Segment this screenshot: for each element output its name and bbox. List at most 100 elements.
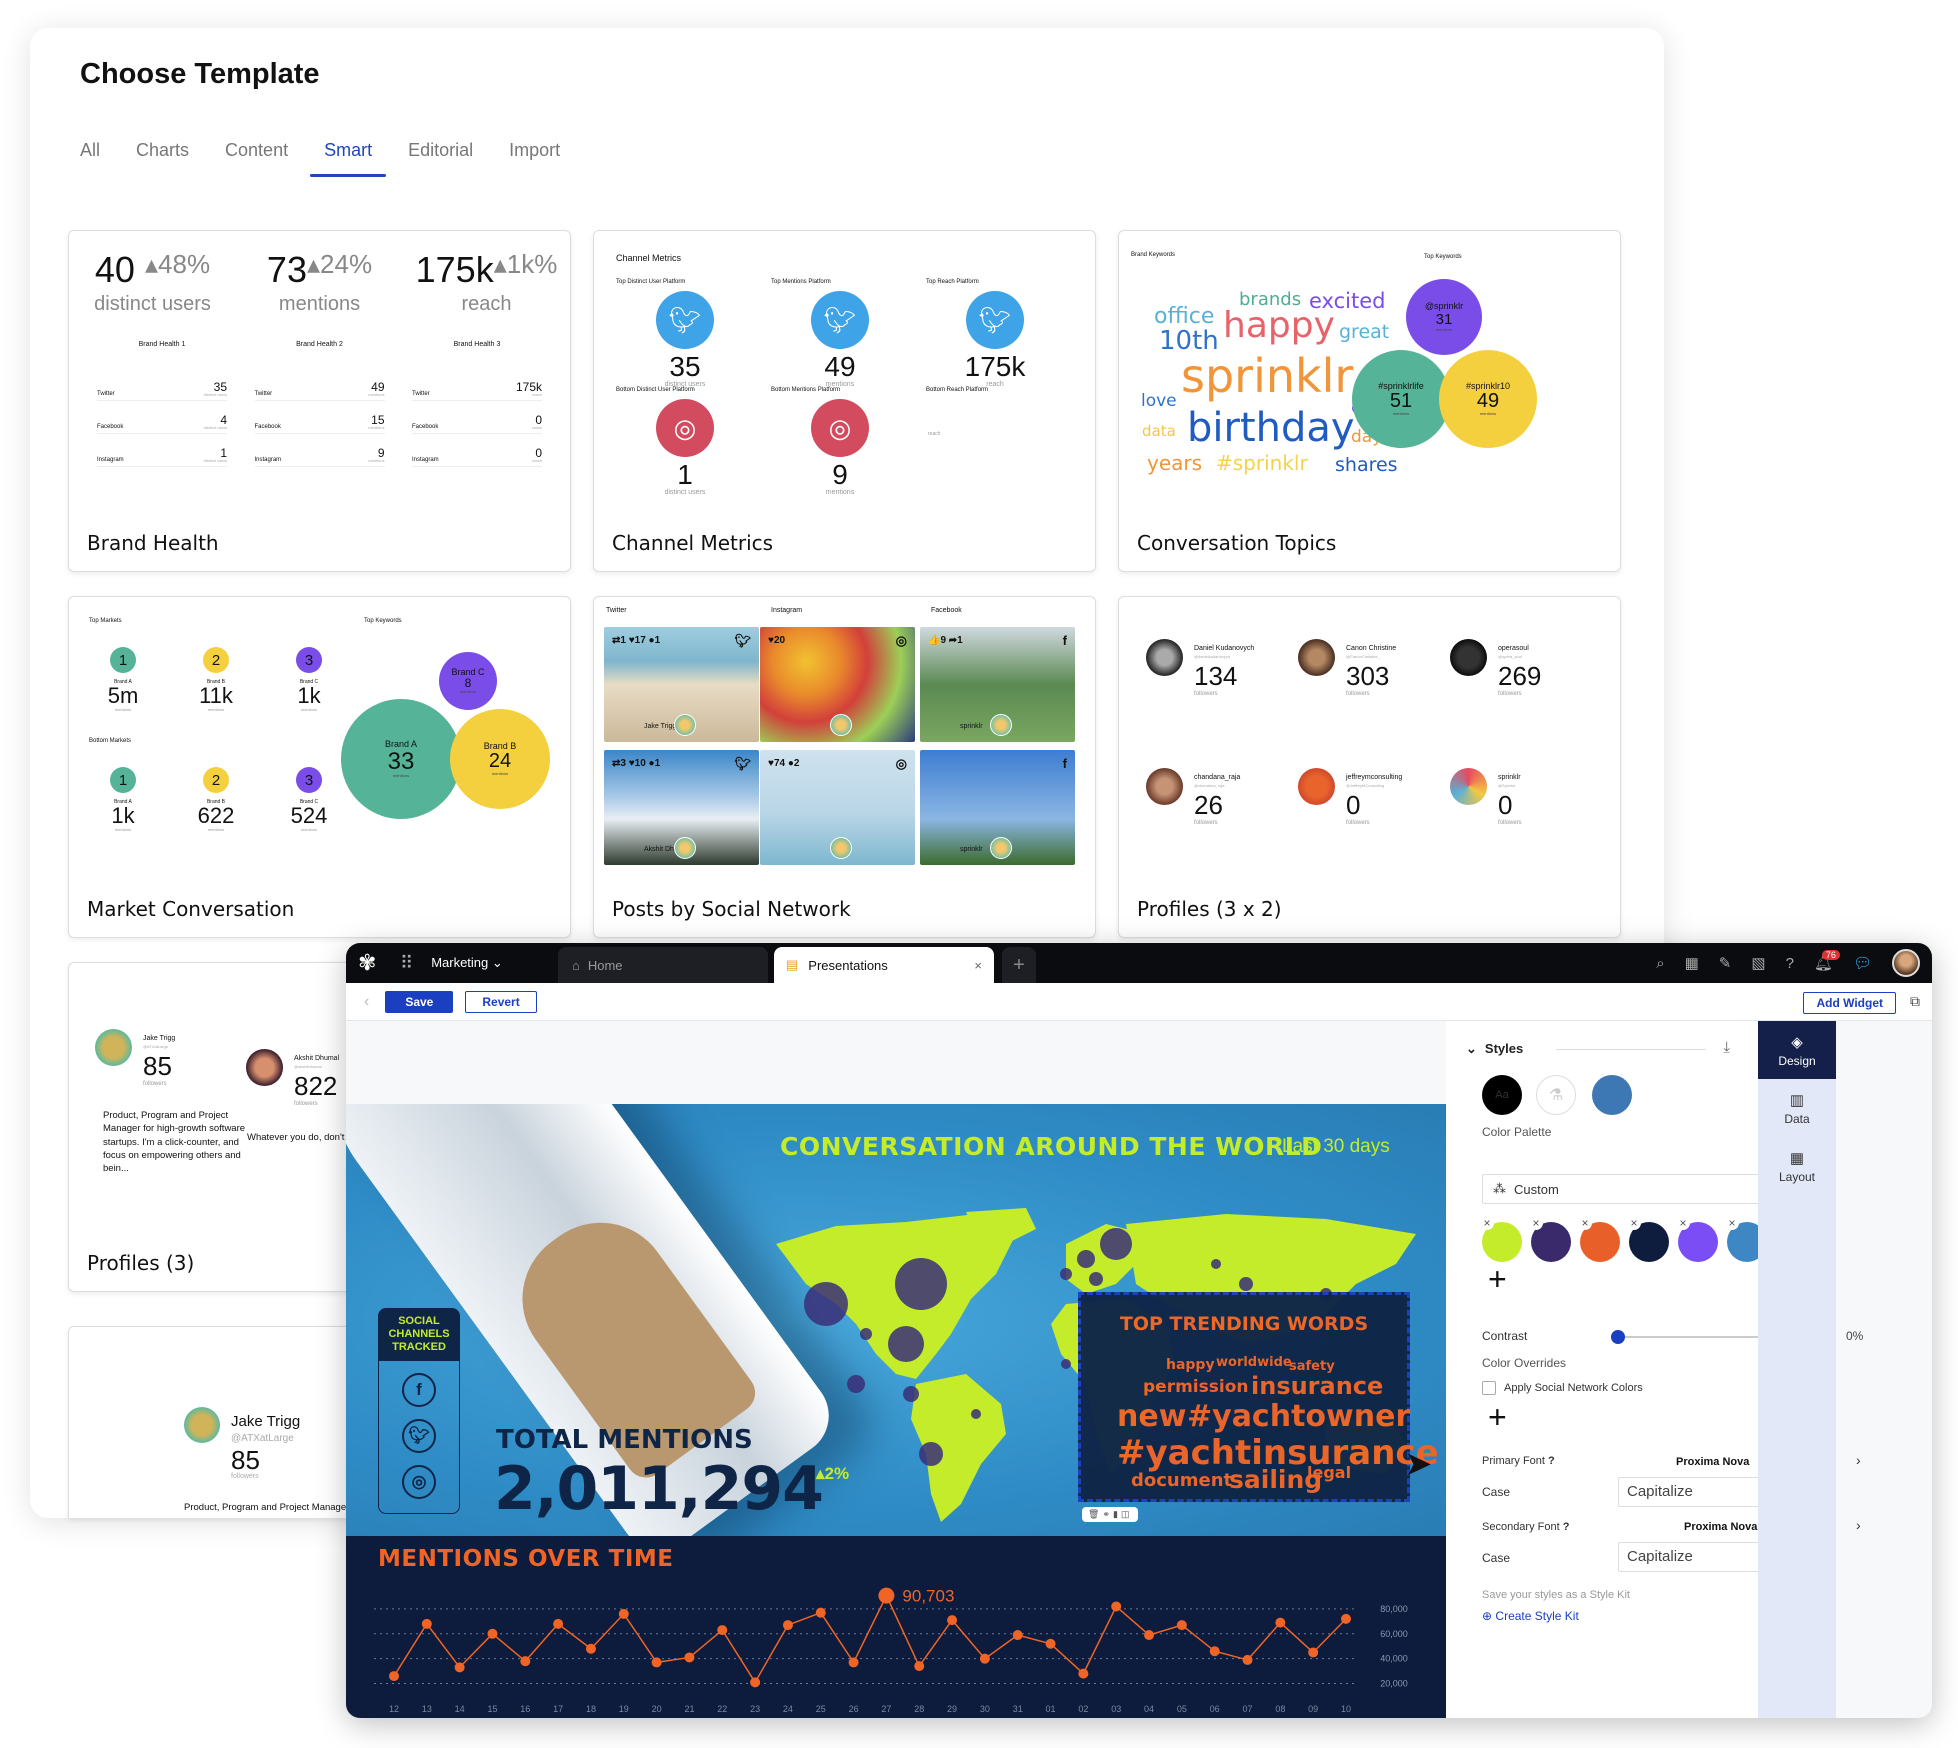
profile-followers-label: followers <box>1346 691 1370 697</box>
calendar-icon[interactable]: ▦ <box>1685 954 1699 972</box>
slide-canvas[interactable]: CONVERSATION AROUND THE WORLD Last 30 da… <box>346 1104 1446 1718</box>
layer-icon[interactable]: ◫ <box>1121 1509 1133 1519</box>
row-value: 49 mentions <box>368 381 384 397</box>
template-card-posts-by-network[interactable]: Twitter Instagram Facebook ⇄1 ♥17 ●1 🐦︎ Ja… <box>593 596 1096 938</box>
tab-presentations[interactable]: ▤ Presentations × <box>774 947 994 983</box>
mentions-chart-widget[interactable]: MENTIONS OVER TIME 20,000 40,000 60,000 80,… <box>346 1536 1446 1718</box>
x-tick-label: 06 <box>1210 1704 1220 1714</box>
save-button[interactable]: Save <box>385 990 454 1013</box>
clipboard-icon[interactable]: ▧ <box>1751 954 1765 972</box>
market-value: 5m <box>107 683 139 708</box>
template-card-channel-metrics[interactable]: Channel Metrics Top Distinct User Platfo… <box>593 230 1096 572</box>
template-card-profile-single[interactable]: Jake Trigg @ATXatLarge 85 followers Prod… <box>68 1326 368 1518</box>
font-style-swatch[interactable]: Aa <box>1482 1075 1522 1115</box>
template-card-conversation-topics[interactable]: Brand Keywords Top Keywords brands excite… <box>1118 230 1621 572</box>
add-override-button[interactable]: + <box>1488 1399 1507 1436</box>
help-icon[interactable]: ? <box>1786 955 1794 972</box>
post-author: sprinklr <box>960 846 983 853</box>
delete-icon[interactable]: 🗑︎ <box>1088 1509 1102 1519</box>
y-tick-label: 80,000 <box>1380 1604 1408 1614</box>
remove-color-icon[interactable]: × <box>1480 1216 1494 1230</box>
contrast-slider-knob[interactable] <box>1611 1330 1625 1344</box>
expand-icon[interactable]: ⧉ <box>1910 993 1920 1010</box>
apply-social-colors-checkbox[interactable] <box>1482 1381 1496 1395</box>
profile-followers-label: followers <box>231 1473 259 1480</box>
value: 175k <box>964 351 1026 382</box>
template-card-brand-health[interactable]: 40 ▴48% distinct users 73▴24% mentions 1… <box>68 230 571 572</box>
tab-home[interactable]: ⌂ Home <box>558 947 768 983</box>
x-tick-label: 22 <box>717 1704 727 1714</box>
palette-swatch[interactable]: × <box>1627 1216 1669 1262</box>
tab-smart[interactable]: Smart <box>306 140 390 177</box>
template-card-profiles-3[interactable]: Jake Trigg @ATXatLarge 85 followers Prod… <box>68 962 368 1292</box>
market-value: 1k <box>111 803 135 828</box>
trending-words-widget[interactable]: TOP TRENDING WORDS happy worldwide safety p… <box>1078 1292 1439 1502</box>
tab-import[interactable]: Import <box>491 140 578 177</box>
post-tile[interactable]: ♥74 ●2 ◎ <box>760 750 915 865</box>
remove-color-icon[interactable]: × <box>1676 1216 1690 1230</box>
background-style-swatch[interactable] <box>1592 1075 1632 1115</box>
template-card-market-conversation[interactable]: Top Markets Bottom Markets Top Keywords … <box>68 596 571 938</box>
map-dot <box>1211 1259 1221 1269</box>
back-icon[interactable]: ‹ <box>364 993 369 1011</box>
secondary-font-value[interactable]: Proxima Nova <box>1684 1521 1757 1533</box>
new-tab-button[interactable]: + <box>1002 947 1036 983</box>
rail-data[interactable]: ▥ Data <box>1758 1079 1836 1137</box>
platform-value: 49 mentions <box>790 353 890 389</box>
post-tile[interactable]: ♥20 ◎ <box>760 627 915 742</box>
palette-swatch[interactable]: × <box>1676 1216 1718 1262</box>
data-point <box>914 1661 925 1672</box>
chevron-right-icon[interactable]: › <box>1856 1452 1861 1468</box>
palette-swatch[interactable]: × <box>1529 1216 1571 1262</box>
x-tick-label: 26 <box>849 1704 859 1714</box>
post-tile[interactable]: 👍9 ➦1 f sprinklr <box>920 627 1075 742</box>
copy-icon[interactable]: ▮ <box>1113 1509 1121 1519</box>
unit: reach <box>928 431 941 437</box>
contrast-slider[interactable] <box>1611 1330 1768 1344</box>
tab-all[interactable]: All <box>80 140 118 177</box>
revert-button[interactable]: Revert <box>465 990 537 1013</box>
bell-icon[interactable]: 🔔︎ 76 <box>1814 950 1840 972</box>
link-icon[interactable]: ⚭ <box>1102 1509 1113 1519</box>
chat-icon[interactable]: 💬︎ <box>1853 954 1872 972</box>
download-icon[interactable]: ⤓ <box>1723 1039 1730 1056</box>
styles-section-header[interactable]: ⌄ Styles <box>1466 1041 1523 1057</box>
data-point <box>389 1671 399 1682</box>
create-style-kit-link[interactable]: ⊕ Create Style Kit <box>1482 1609 1579 1623</box>
add-color-button[interactable]: + <box>1488 1261 1507 1298</box>
sprinklr-logo-icon[interactable]: ✾ <box>358 950 388 976</box>
close-tab-icon[interactable]: × <box>974 958 982 973</box>
post-tile[interactable]: ⇄3 ♥10 ●1 🐦︎ Akshit Dhumal <box>604 750 759 865</box>
template-card-profiles-3x2[interactable]: Daniel Kudanovych @danielkudanovych 134 fol… <box>1118 596 1621 938</box>
post-tile[interactable]: f sprinklr <box>920 750 1075 865</box>
remove-color-icon[interactable]: × <box>1627 1216 1641 1230</box>
post-tile[interactable]: ⇄1 ♥17 ●1 🐦︎ Jake Trigg <box>604 627 759 742</box>
user-avatar[interactable] <box>1892 949 1920 977</box>
search-icon[interactable]: ⌕ <box>1656 955 1664 972</box>
remove-color-icon[interactable]: × <box>1725 1216 1739 1230</box>
twitter-icon: 🐦︎ <box>811 291 869 349</box>
side-rail: ◈ Design ▥ Data ▦ Layout <box>1758 1021 1836 1718</box>
palette-swatch[interactable]: × <box>1480 1216 1522 1262</box>
remove-color-icon[interactable]: × <box>1578 1216 1592 1230</box>
palette-swatch[interactable]: × <box>1578 1216 1620 1262</box>
fill-style-swatch[interactable]: ⚗︎ <box>1536 1075 1576 1115</box>
workspace-selector[interactable]: Marketing ⌄ <box>431 955 503 971</box>
tab-charts[interactable]: Charts <box>118 140 207 177</box>
help-icon[interactable]: ? <box>1563 1521 1570 1533</box>
remove-color-icon[interactable]: × <box>1529 1216 1543 1230</box>
market-value: 524 <box>290 803 328 828</box>
rail-design[interactable]: ◈ Design <box>1758 1021 1836 1079</box>
add-widget-button[interactable]: Add Widget <box>1803 992 1896 1014</box>
tab-editorial[interactable]: Editorial <box>390 140 491 177</box>
rail-layout[interactable]: ▦ Layout <box>1758 1137 1836 1195</box>
post-engagement: 👍9 ➦1 <box>928 635 963 646</box>
primary-font-value[interactable]: Proxima Nova <box>1676 1456 1749 1468</box>
apps-grid-icon[interactable]: ⠿ <box>400 953 413 974</box>
tab-content[interactable]: Content <box>207 140 306 177</box>
card-label: Posts by Social Network <box>612 897 851 921</box>
change-value: 2% <box>824 1464 850 1483</box>
chevron-right-icon[interactable]: › <box>1856 1517 1861 1533</box>
help-icon[interactable]: ? <box>1548 1455 1555 1467</box>
pencil-icon[interactable]: ✎ <box>1719 954 1732 972</box>
